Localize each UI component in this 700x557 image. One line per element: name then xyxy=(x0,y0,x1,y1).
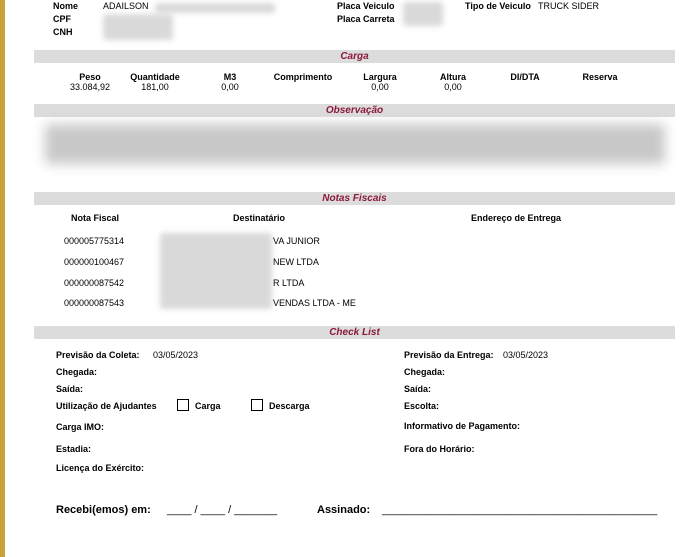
redacted-documents xyxy=(103,14,173,40)
nota-row-4-number: 000000087543 xyxy=(64,298,125,308)
nota-row-3-dest: R LTDA xyxy=(273,278,305,288)
checklist-section-header: Check List xyxy=(34,326,675,339)
document-page: Nome ADAILSON CPF CNH Placa Veiculo Plac… xyxy=(5,0,700,557)
nota-row-2-dest: NEW LTDA xyxy=(273,257,319,267)
col-destinatario: Destinatário xyxy=(233,213,286,223)
signature-line: ________________________________________… xyxy=(382,504,658,516)
col-quantidade: Quantidade xyxy=(130,72,180,82)
previsao-coleta-value: 03/05/2023 xyxy=(153,350,199,360)
val-quantidade: 181,00 xyxy=(141,82,169,92)
nota-row-3-number: 000000087542 xyxy=(64,278,125,288)
col-largura: Largura xyxy=(363,72,397,82)
notas-title: Notas Fiscais xyxy=(322,193,387,204)
redacted-destinatarios xyxy=(160,233,272,309)
descarga-checkbox-label: Descarga xyxy=(269,401,310,411)
nota-row-1-number: 000005775314 xyxy=(64,236,125,246)
col-comprimento: Comprimento xyxy=(273,72,333,82)
checklist-title: Check List xyxy=(329,327,380,338)
col-nota-fiscal: Nota Fiscal xyxy=(71,213,120,223)
informativo-pagamento-label: Informativo de Pagamento: xyxy=(404,421,521,431)
nota-row-4-dest: VENDAS LTDA - ME xyxy=(273,298,356,308)
col-di-dta: DI/DTA xyxy=(510,72,540,82)
carga-imo-label: Carga IMO: xyxy=(56,422,105,432)
ajudantes-label: Utilização de Ajudantes xyxy=(56,401,157,411)
carga-title: Carga xyxy=(340,51,369,62)
col-reserva: Reserva xyxy=(582,72,618,82)
observacao-section-header: Observação xyxy=(34,104,675,117)
previsao-coleta-label: Previsão da Coleta: xyxy=(56,350,140,360)
val-m3: 0,00 xyxy=(221,82,239,92)
val-largura: 0,00 xyxy=(371,82,389,92)
saida-entrega-label: Saída: xyxy=(404,384,432,394)
escolta-label: Escolta: xyxy=(404,401,440,411)
previsao-entrega-label: Previsão da Entrega: xyxy=(404,350,494,360)
chegada-label: Chegada: xyxy=(56,367,98,377)
date-blank: ____ / ____ / _______ xyxy=(167,504,278,516)
descarga-checkbox-option[interactable]: Descarga xyxy=(251,399,310,411)
chegada-entrega-label: Chegada: xyxy=(404,367,446,377)
tipo-veiculo-value: TRUCK SIDER xyxy=(538,1,600,11)
recebi-label: Recebi(emos) em: xyxy=(56,504,151,516)
carga-section-header: Carga xyxy=(34,50,675,63)
redacted-plates xyxy=(403,2,443,26)
carga-checkbox[interactable] xyxy=(177,399,189,411)
licenca-label: Licença do Exército: xyxy=(56,463,145,473)
fora-horario-label: Fora do Horário: xyxy=(404,444,475,454)
nota-row-2-number: 000000100467 xyxy=(64,257,125,267)
redacted-name xyxy=(155,3,275,13)
carga-checkbox-label: Carga xyxy=(195,401,221,411)
placa-carreta-label: Placa Carreta xyxy=(337,14,395,24)
observacao-title: Observação xyxy=(325,105,384,116)
col-endereco-entrega: Endereço de Entrega xyxy=(471,213,562,223)
nome-value: ADAILSON xyxy=(103,1,149,11)
assinado-label: Assinado: xyxy=(317,504,371,516)
placa-veiculo-label: Placa Veiculo xyxy=(337,1,395,11)
carga-checkbox-option[interactable]: Carga xyxy=(177,399,221,411)
col-altura: Altura xyxy=(439,72,466,82)
estadia-label: Estadia: xyxy=(56,444,92,454)
col-m3: M3 xyxy=(223,72,237,82)
cnh-label: CNH xyxy=(53,27,73,37)
cpf-label: CPF xyxy=(53,14,71,24)
col-peso: Peso xyxy=(79,72,101,82)
redacted-observacao xyxy=(45,124,665,164)
descarga-checkbox[interactable] xyxy=(251,399,263,411)
saida-label: Saída: xyxy=(56,384,84,394)
notas-section-header: Notas Fiscais xyxy=(34,192,675,205)
val-altura: 0,00 xyxy=(444,82,462,92)
previsao-entrega-value: 03/05/2023 xyxy=(503,350,549,360)
tipo-veiculo-label: Tipo de Veiculo xyxy=(465,1,531,11)
val-peso: 33.084,92 xyxy=(69,82,111,92)
nome-label: Nome xyxy=(53,1,79,11)
nota-row-1-dest: VA JUNIOR xyxy=(273,236,320,246)
